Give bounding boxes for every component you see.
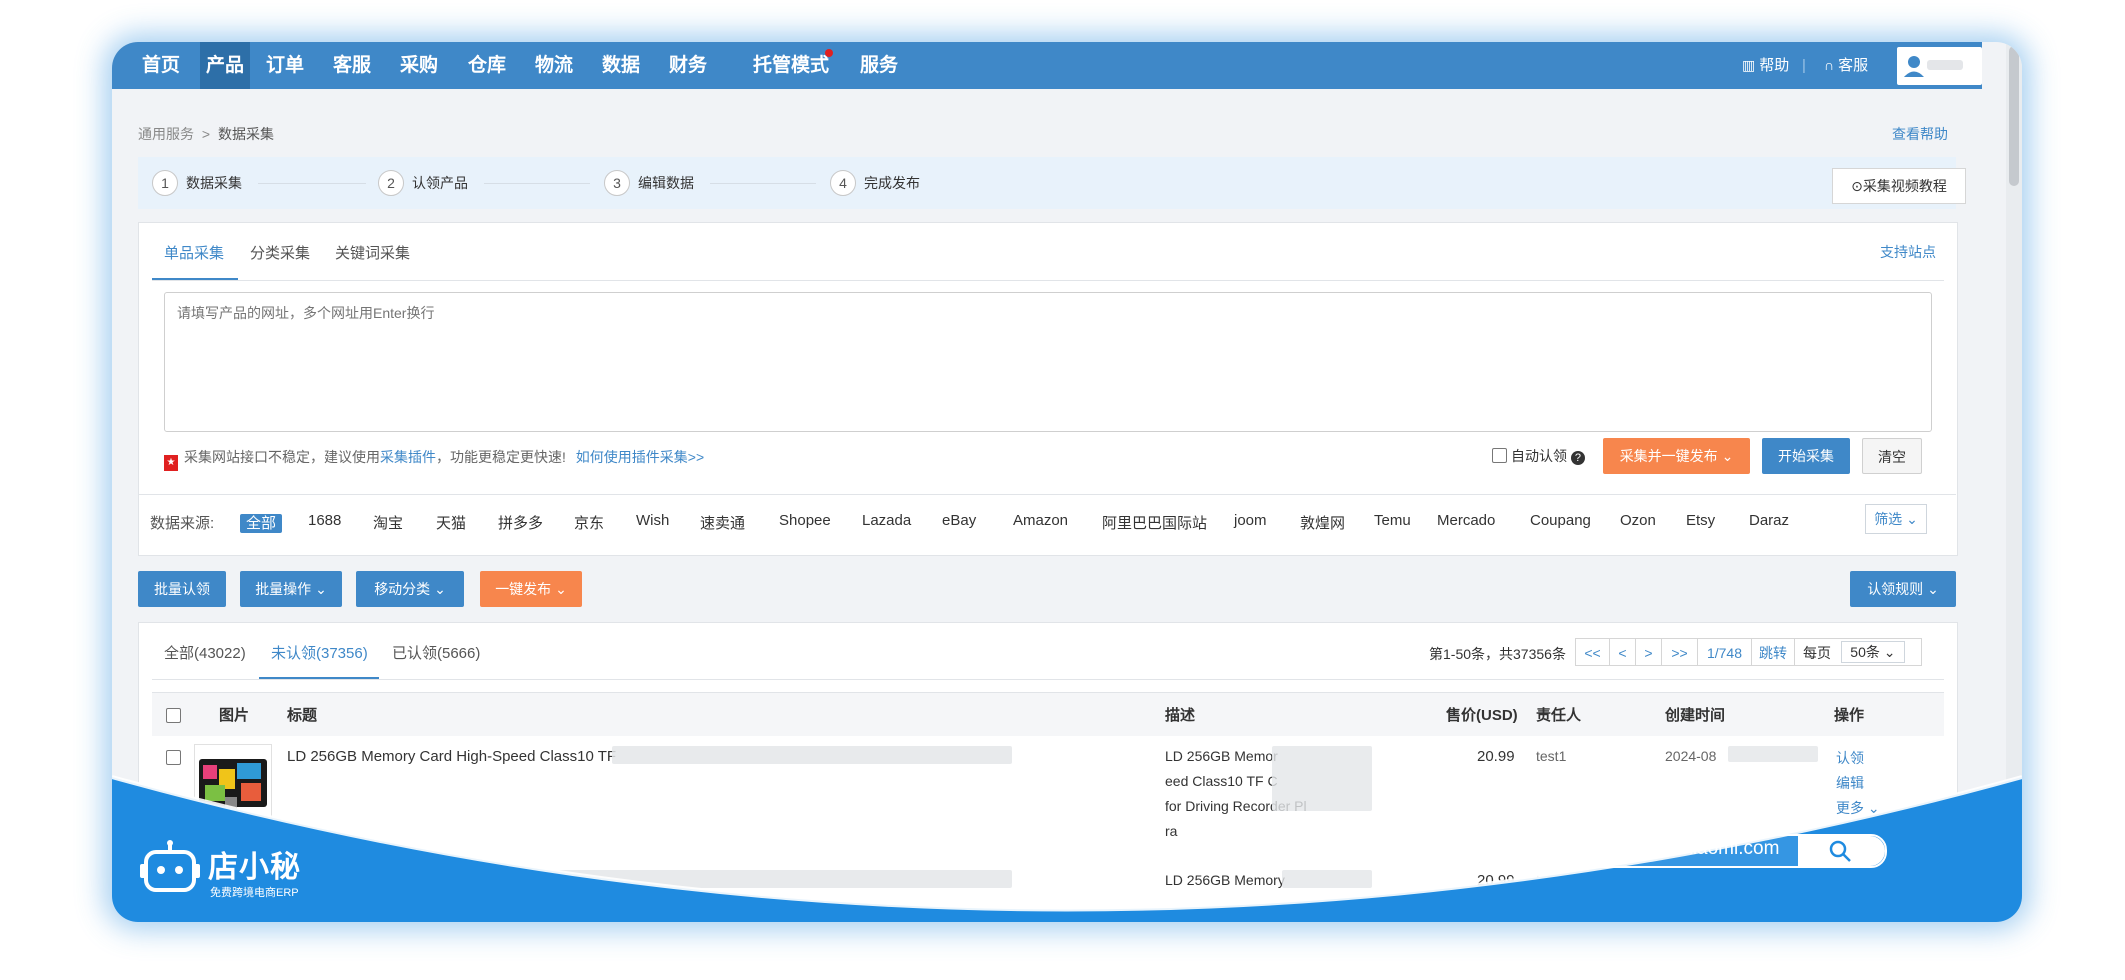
app-window: 首页 产品 订单 客服 采购 仓库 物流 数据 财务 托管模式 服务 ▥ 帮助 |…: [112, 42, 2022, 922]
brand-banner: [112, 775, 2022, 922]
brand-tagline: 免费跨境电商ERP: [210, 887, 299, 899]
url-search-button[interactable]: [1798, 836, 1885, 866]
search-icon: [1829, 840, 1851, 862]
site-url[interactable]: www.dianxiaomi.com: [1602, 838, 1779, 860]
robot-logo-icon: [140, 840, 200, 892]
brand-name: 店小秘: [208, 851, 301, 884]
